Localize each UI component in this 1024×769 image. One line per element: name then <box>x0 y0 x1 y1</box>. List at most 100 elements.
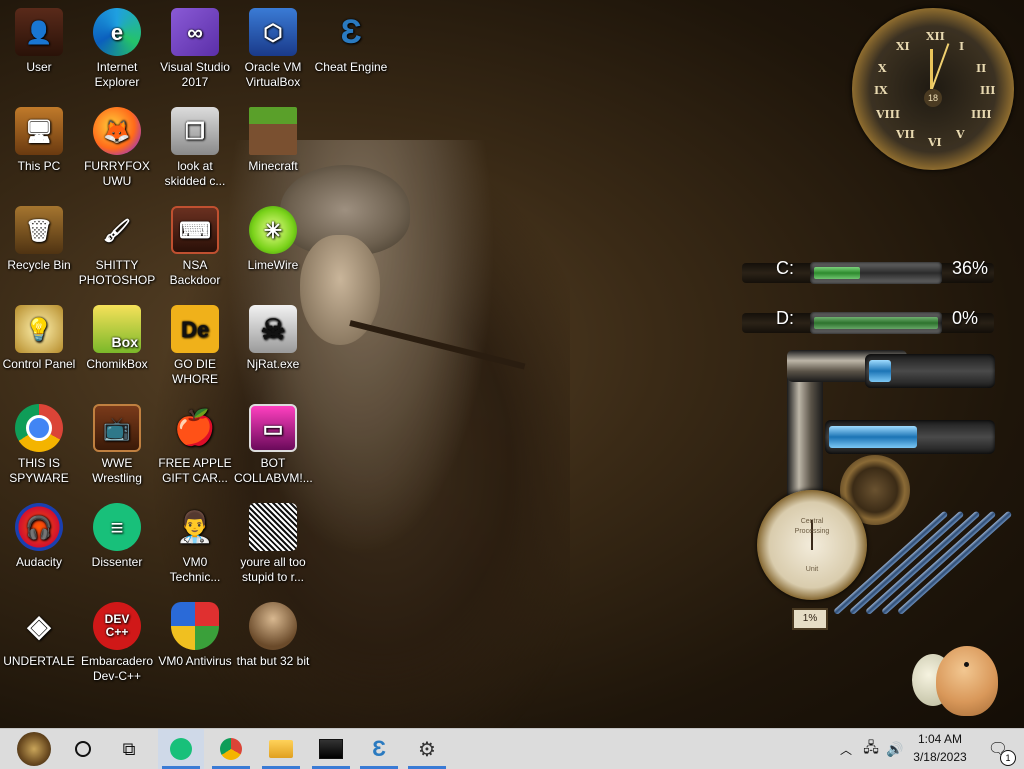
desktop-icon-label: SHITTY PHOTOSHOP <box>78 258 156 287</box>
taskbar-app-chrome[interactable] <box>208 729 254 769</box>
taskbar-app-cheat-engine[interactable]: Ɛ <box>356 729 402 769</box>
meter-rod <box>880 510 997 616</box>
meter-rod <box>864 510 981 616</box>
icon-user[interactable]: 👤 User <box>0 8 78 75</box>
icon-undertale[interactable]: ◈ UNDERTALE <box>0 602 78 669</box>
icon-devcpp[interactable]: DEV C++ Embarcadero Dev-C++ <box>78 602 156 684</box>
icon-nsa-backdoor[interactable]: ⌨ NSA Backdoor <box>156 206 234 288</box>
computer-icon: 🖥 <box>15 107 63 155</box>
icon-internet-explorer[interactable]: e Internet Explorer <box>78 8 156 90</box>
devcpp-glyph: DEV C++ <box>104 612 130 639</box>
start-button[interactable] <box>6 729 62 769</box>
lime-icon: ✳ <box>249 206 297 254</box>
icon-furryfox[interactable]: 🦊 FURRYFOX UWU <box>78 107 156 189</box>
icon-dissenter[interactable]: ≡ Dissenter <box>78 503 156 570</box>
clock-gadget[interactable]: XII I II III IIII V VI VII VIII IX X XI … <box>852 8 1014 170</box>
clock-numeral: II <box>976 62 987 75</box>
desktop-icon-label: Minecraft <box>248 159 298 173</box>
drive-usage-bar <box>814 267 860 279</box>
action-center-button[interactable]: 🗨 1 <box>978 729 1018 769</box>
windows-stack-icon: ❐ <box>171 107 219 155</box>
meter-fill <box>869 360 891 382</box>
task-view-icon: ⧉ <box>122 738 136 759</box>
desktop-icon-label: Internet Explorer <box>94 60 140 89</box>
portrait-icon <box>249 503 297 551</box>
taskbar-app-settings[interactable]: ⚙ <box>404 729 450 769</box>
icon-bot-collabvm[interactable]: ▭ BOT COLLABVM!... <box>234 404 313 486</box>
icon-vm0-antivirus[interactable]: VM0 Antivirus <box>156 602 234 669</box>
drive-usage-bar <box>814 317 938 329</box>
drive-meter-d[interactable]: D: 0% <box>742 305 994 339</box>
desktop-icon-label: Embarcadero Dev-C++ <box>80 654 154 683</box>
desktop-icon-label: VM0 Antivirus <box>158 654 232 668</box>
network-button[interactable]: 🖧 <box>860 729 882 769</box>
icon-skidded[interactable]: ❐ look at skidded c... <box>156 107 234 189</box>
cortana-button[interactable] <box>60 729 106 769</box>
icon-go-die[interactable]: De GO DIE WHORE <box>156 305 234 387</box>
desktop-icon-label: look at skidded c... <box>164 159 226 188</box>
icon-njrat[interactable]: ☠ NjRat.exe <box>234 305 312 372</box>
icon-chomikbox[interactable]: Box ChomikBox <box>78 305 156 372</box>
icon-this-pc[interactable]: 🖥 This PC <box>0 107 78 174</box>
volume-button[interactable]: 🔊 <box>884 729 906 769</box>
icon-recycle-bin[interactable]: 🗑 Recycle Bin <box>0 206 78 273</box>
clock-time: 1:04 AM <box>917 732 963 746</box>
user-folder-icon: 👤 <box>15 8 63 56</box>
task-view-button[interactable]: ⧉ <box>106 729 152 769</box>
apple-icon: 🍎 <box>173 408 217 447</box>
desktop-icon-label: Visual Studio 2017 <box>160 60 230 89</box>
cheat-engine-icon: Ɛ <box>340 12 362 51</box>
taskbar-app-explorer[interactable] <box>258 729 304 769</box>
icon-cheat-engine[interactable]: Ɛ Cheat Engine <box>312 8 390 75</box>
show-hidden-icons-button[interactable]: ︿ <box>836 729 856 769</box>
meter-fill <box>829 426 917 448</box>
desktop-icon-label: Audacity <box>15 555 63 569</box>
taskbar-app-photos[interactable] <box>308 729 354 769</box>
drive-meter-c[interactable]: C: 36% <box>742 255 994 289</box>
icon-wwe[interactable]: 📺 WWE Wrestling <box>78 404 156 486</box>
skull-icon: ☠ <box>249 305 297 353</box>
desktop-icon-label: THIS IS SPYWARE <box>9 456 69 485</box>
chomikbox-icon: Box <box>93 305 141 353</box>
desktop-icon-label: youre all too stupid to r... <box>240 555 306 584</box>
desktop-icon-label: VM0 Technic... <box>169 555 221 584</box>
desktop-icon-label: BOT COLLABVM!... <box>234 456 313 485</box>
meter-rod <box>832 510 949 616</box>
hamster-gadget[interactable] <box>912 640 1012 725</box>
chrome-icon <box>15 404 63 452</box>
unity-icon: ◈ <box>27 609 51 643</box>
icon-32bit[interactable]: that but 32 bit <box>234 602 312 669</box>
icon-chrome-spyware[interactable]: THIS IS SPYWARE <box>0 404 78 486</box>
chrome-icon <box>220 738 242 760</box>
icon-minecraft[interactable]: Minecraft <box>234 107 312 174</box>
hamster-eye <box>964 662 969 667</box>
network-icon: 🖧 <box>863 739 879 755</box>
clock-numeral: XI <box>896 40 910 53</box>
taskbar-clock[interactable]: 1:04 AM 3/18/2023 <box>908 729 972 769</box>
speaker-icon: 🔊 <box>886 740 904 757</box>
icon-stupid[interactable]: youre all too stupid to r... <box>234 503 312 585</box>
meter-rod <box>896 510 1013 616</box>
wwe-icon: 📺 <box>93 404 141 452</box>
icon-gimp[interactable]: 🖌 SHITTY PHOTOSHOP <box>78 206 156 288</box>
desktop-icon-label: Oracle VM VirtualBox <box>244 60 302 89</box>
desktop-icon-label: NjRat.exe <box>246 357 300 371</box>
desktop-icon-label: FREE APPLE GIFT CAR... <box>158 456 232 485</box>
icon-apple-gift[interactable]: 🍎 FREE APPLE GIFT CAR... <box>156 404 234 486</box>
desktop-icon-label: This PC <box>17 159 61 173</box>
icon-virtualbox[interactable]: ⬡ Oracle VM VirtualBox <box>234 8 312 90</box>
icon-vm0-tech[interactable]: 👨‍⚕️ VM0 Technic... <box>156 503 234 585</box>
start-orb-icon <box>17 732 51 766</box>
icon-control-panel[interactable]: 💡 Control Panel <box>0 305 78 372</box>
firefox-icon: 🦊 <box>93 107 141 155</box>
desktop-icon-label: NSA Backdoor <box>169 258 221 287</box>
clock-numeral: X <box>878 62 887 75</box>
icon-limewire[interactable]: ✳ LimeWire <box>234 206 312 273</box>
taskbar-app-dissenter[interactable] <box>158 729 204 769</box>
hamster-body <box>936 646 998 716</box>
clock-date: 3/18/2023 <box>913 750 967 764</box>
icon-visual-studio[interactable]: ∞ Visual Studio 2017 <box>156 8 234 90</box>
terminal-icon: ⌨ <box>171 206 219 254</box>
cpu-meter-gadget[interactable]: Central Processing Unit 1% <box>745 350 1013 650</box>
icon-audacity[interactable]: 🎧 Audacity <box>0 503 78 570</box>
